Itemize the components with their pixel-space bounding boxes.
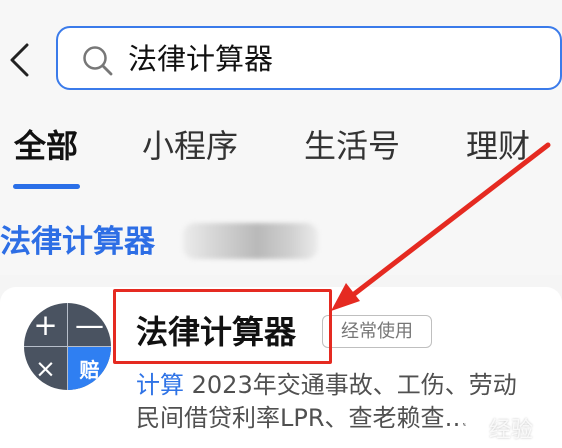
search-input[interactable]: 法律计算器 xyxy=(56,26,562,90)
plus-icon: + xyxy=(33,307,58,342)
description-text: 2023年交通事故、工伤、劳动 xyxy=(184,371,517,399)
result-description-line-1: 计算 2023年交通事故、工伤、劳动 xyxy=(136,370,562,400)
frequently-used-badge: 经常使用 xyxy=(322,315,432,348)
tab-bar: 全部 小程序 生活号 理财 xyxy=(0,120,562,192)
search-icon xyxy=(83,46,113,76)
chevron-left-icon xyxy=(10,43,29,77)
logo-divider-horizontal xyxy=(24,346,111,347)
active-tab-indicator xyxy=(13,184,80,189)
search-text: 法律计算器 xyxy=(128,42,274,76)
tab-mini-programs[interactable]: 小程序 xyxy=(142,125,238,167)
tab-all[interactable]: 全部 xyxy=(14,125,78,167)
baidu-paw-icon xyxy=(459,420,480,440)
watermark-text: 经验 xyxy=(489,418,534,443)
highlight-box xyxy=(113,289,332,364)
calculator-logo: + — × 赔 xyxy=(24,303,111,390)
blurred-area xyxy=(183,223,318,259)
multiply-icon: × xyxy=(35,354,56,383)
search-keyword-highlight: 计算 xyxy=(136,371,184,399)
compensation-icon: 赔 xyxy=(68,347,111,390)
watermark: 经验 xyxy=(455,414,560,448)
section-title: 法律计算器 xyxy=(0,224,155,260)
back-button[interactable] xyxy=(0,36,40,84)
tab-finance[interactable]: 理财 xyxy=(466,125,530,167)
tab-life-accounts[interactable]: 生活号 xyxy=(304,125,400,167)
minus-icon: — xyxy=(75,307,104,342)
